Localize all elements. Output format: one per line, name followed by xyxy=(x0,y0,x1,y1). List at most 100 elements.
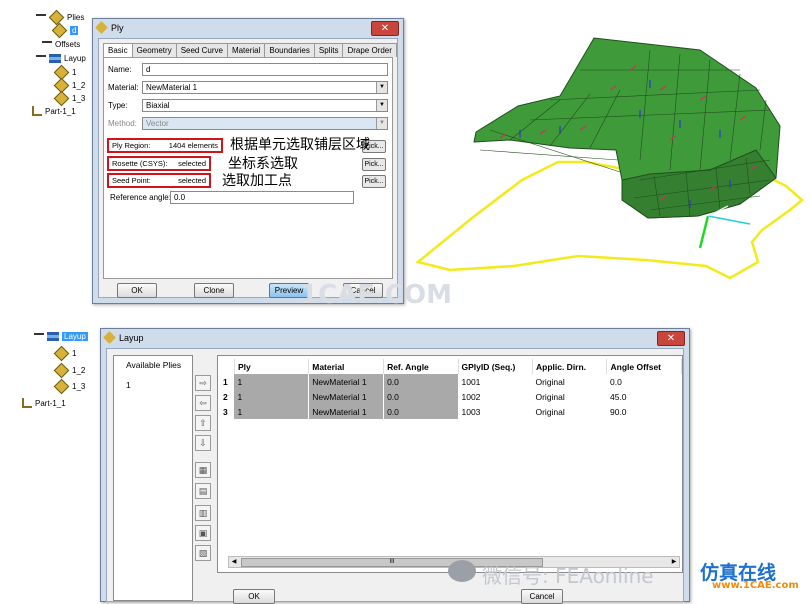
cell-gplyid[interactable]: 1003 xyxy=(458,404,532,419)
ok-button[interactable]: OK xyxy=(233,589,275,604)
cell-ref-angle[interactable]: 0.0 xyxy=(383,389,459,404)
column-header[interactable]: Material xyxy=(308,359,385,374)
expand-icon[interactable] xyxy=(34,332,44,341)
tab-splits[interactable]: Splits xyxy=(313,43,344,57)
table-copy-icon[interactable]: ▥ xyxy=(195,505,211,521)
cell-applic-dirn[interactable]: Original xyxy=(532,374,607,389)
cell-angle-offset[interactable]: 0.0 xyxy=(607,374,682,389)
tab-drape-order[interactable]: Drape Order xyxy=(342,43,397,57)
table-row[interactable]: 1 1 NewMaterial 1 0.0 1001 Original 0.0 xyxy=(220,374,682,389)
clone-button[interactable]: Clone xyxy=(194,283,234,298)
material-label: Material: xyxy=(108,83,139,92)
tab-seed-curve[interactable]: Seed Curve xyxy=(175,43,228,57)
tab-material[interactable]: Material xyxy=(226,43,266,57)
layup-icon xyxy=(49,54,61,63)
row-number: 3 xyxy=(223,406,228,417)
tab-geometry[interactable]: Geometry xyxy=(131,43,177,57)
available-ply-item[interactable]: 1 xyxy=(126,380,131,390)
tree-offsets[interactable]: Offsets xyxy=(42,40,80,49)
table-delete-icon[interactable]: ▣ xyxy=(195,525,211,541)
watermark-center: 1CAE.COM xyxy=(300,280,452,310)
method-value: Vector xyxy=(146,119,169,128)
annotation-ply-region: 根据单元选取铺层区域 xyxy=(230,137,370,153)
scroll-left-icon[interactable]: ◀ xyxy=(229,557,239,567)
tree-layup-item[interactable]: 1 xyxy=(53,64,76,81)
scroll-right-icon[interactable]: ▶ xyxy=(669,557,679,567)
column-header[interactable]: GPlyID (Seq.) xyxy=(458,359,533,374)
rosette-value: selected xyxy=(178,159,206,168)
row-number-header xyxy=(220,359,235,374)
column-header[interactable]: Applic. Dirn. xyxy=(532,359,608,374)
cell-ply[interactable]: 1 xyxy=(234,404,310,419)
table-row[interactable]: 3 1 NewMaterial 1 0.0 1003 Original 90.0 xyxy=(220,404,682,419)
type-select[interactable]: Biaxial ▼ xyxy=(142,99,388,112)
ok-button[interactable]: OK xyxy=(117,283,157,298)
cell-material[interactable]: NewMaterial 1 xyxy=(308,404,385,419)
tree-layup[interactable]: Layup xyxy=(34,332,88,341)
reference-angle-field[interactable]: 0.0 xyxy=(170,191,354,204)
ply-dialog-titlebar[interactable]: Ply ✕ xyxy=(93,19,403,37)
cell-ref-angle[interactable]: 0.0 xyxy=(383,404,459,419)
column-header[interactable]: Angle Offset xyxy=(606,359,682,374)
cell-applic-dirn[interactable]: Original xyxy=(532,389,607,404)
cell-material[interactable]: NewMaterial 1 xyxy=(308,389,385,404)
name-field[interactable]: d xyxy=(142,63,388,76)
ply-tabs: Basic Geometry Seed Curve Material Bound… xyxy=(103,43,397,57)
tree-layup-item[interactable]: 1_3 xyxy=(53,90,85,107)
chevron-down-icon[interactable]: ▼ xyxy=(376,100,387,111)
triad-axis-x-icon xyxy=(707,215,751,225)
table-row[interactable]: 2 1 NewMaterial 1 0.0 1002 Original 45.0 xyxy=(220,389,682,404)
layup-table-panel: Ply Material Ref. Angle GPlyID (Seq.) Ap… xyxy=(217,355,683,573)
pick-seed-point-button[interactable]: Pick... xyxy=(362,175,386,188)
tree-part[interactable]: Part-1_1 xyxy=(22,398,66,408)
cell-gplyid[interactable]: 1002 xyxy=(458,389,532,404)
ply-icon xyxy=(53,345,70,362)
tree-layup-item[interactable]: 1_3 xyxy=(53,378,85,395)
close-button[interactable]: ✕ xyxy=(371,21,399,36)
rosette-label: Rosette (CSYS): xyxy=(112,159,168,168)
tree-ply-d[interactable]: d xyxy=(51,22,79,39)
arrow-down-icon[interactable]: ⇩ xyxy=(195,435,211,451)
cell-angle-offset[interactable]: 45.0 xyxy=(607,389,682,404)
table-insert-icon[interactable]: ▦ xyxy=(195,462,211,478)
cell-ply[interactable]: 1 xyxy=(234,374,310,389)
cell-material[interactable]: NewMaterial 1 xyxy=(308,374,385,389)
table-header-row: Ply Material Ref. Angle GPlyID (Seq.) Ap… xyxy=(220,359,682,374)
arrow-up-icon[interactable]: ⇧ xyxy=(195,415,211,431)
reference-angle-label: Reference angle: xyxy=(110,193,171,202)
tab-boundaries[interactable]: Boundaries xyxy=(264,43,315,57)
cell-angle-offset[interactable]: 90.0 xyxy=(607,404,682,419)
model-viewport[interactable] xyxy=(410,30,810,320)
tree-layup-item[interactable]: 1_2 xyxy=(53,362,85,379)
type-value: Biaxial xyxy=(146,101,170,110)
expand-icon[interactable] xyxy=(36,13,46,22)
arrow-right-icon[interactable]: ⇨ xyxy=(195,375,211,391)
pick-rosette-button[interactable]: Pick... xyxy=(362,158,386,171)
layup-dialog-titlebar[interactable]: Layup ✕ xyxy=(101,329,689,347)
name-label: Name: xyxy=(108,65,132,74)
table-edit-icon[interactable]: ▤ xyxy=(195,483,211,499)
chevron-down-icon[interactable]: ▼ xyxy=(376,82,387,93)
cell-ref-angle[interactable]: 0.0 xyxy=(383,374,459,389)
cell-applic-dirn[interactable]: Original xyxy=(532,404,607,419)
plies-icon xyxy=(48,9,65,26)
arrow-left-icon[interactable]: ⇦ xyxy=(195,395,211,411)
tree-layup-item[interactable]: 1 xyxy=(53,345,76,362)
material-value: NewMaterial 1 xyxy=(146,83,198,92)
expand-icon[interactable] xyxy=(36,54,46,63)
layup-icon xyxy=(47,332,59,341)
cell-gplyid[interactable]: 1001 xyxy=(458,374,532,389)
table-clear-icon[interactable]: ▧ xyxy=(195,545,211,561)
tree-plies[interactable]: Plies xyxy=(36,9,84,26)
cell-ply[interactable]: 1 xyxy=(234,389,310,404)
column-header[interactable]: Ref. Angle xyxy=(383,359,459,374)
material-select[interactable]: NewMaterial 1 ▼ xyxy=(142,81,388,94)
column-header[interactable]: Ply xyxy=(234,359,310,374)
close-button[interactable]: ✕ xyxy=(657,331,685,346)
tree-layup-item[interactable]: 1_2 xyxy=(53,77,85,94)
tab-basic[interactable]: Basic xyxy=(103,43,133,57)
tree-part[interactable]: Part-1_1 xyxy=(32,106,76,116)
cancel-button[interactable]: Cancel xyxy=(521,589,563,604)
tree-layup[interactable]: Layup xyxy=(36,54,86,63)
seed-point-box: Seed Point: selected xyxy=(107,173,211,188)
